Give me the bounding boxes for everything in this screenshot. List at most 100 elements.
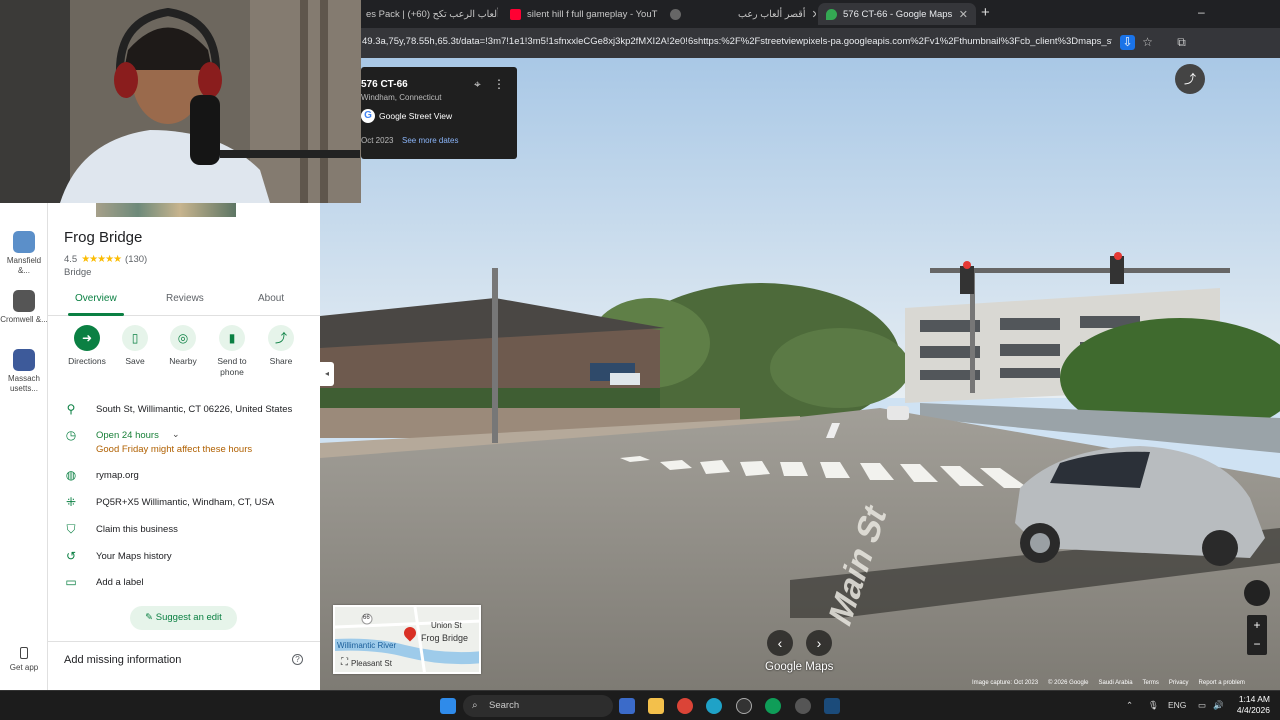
install-app-icon[interactable]: ⇩ (1120, 35, 1135, 50)
review-count[interactable]: (130) (125, 254, 147, 265)
claim-business-row[interactable]: ⛉ Claim this business (48, 522, 320, 544)
address-row[interactable]: ⚲ South St, Willimantic, CT 06226, Unite… (48, 402, 320, 424)
action-label: Save (125, 356, 145, 366)
history-text: Your Maps history (96, 551, 172, 562)
app-icon[interactable] (795, 698, 811, 714)
label-icon: ▭ (65, 575, 77, 589)
expand-map-icon[interactable]: ⛶ (341, 657, 348, 668)
place-photo[interactable] (96, 203, 236, 217)
store-icon[interactable] (619, 698, 635, 714)
close-tab-icon[interactable]: ✕ (811, 8, 816, 21)
recent-place-item[interactable]: Cromwell &... (0, 290, 48, 325)
rail-label: Mansfield &... (6, 256, 42, 275)
zoom-in-button[interactable]: + (1247, 615, 1267, 635)
privacy-link[interactable]: Privacy (1169, 680, 1189, 686)
clock-date: 4/4/2026 (1236, 705, 1270, 715)
browser-tab[interactable]: أقصر ألعاب رعب ✕ (730, 3, 816, 25)
browser-tab[interactable] (662, 3, 690, 25)
tab-overview[interactable]: Overview (75, 293, 117, 304)
edge-icon[interactable] (706, 698, 722, 714)
chevron-down-icon[interactable]: ⌄ (172, 429, 180, 440)
place-tabs: Overview Reviews About (48, 292, 320, 316)
browser-tab[interactable]: silent hill f full gameplay - YouT ✕ (502, 3, 658, 25)
tab-label: es Pack | (+60) ألعاب الرعب تكح (366, 8, 498, 20)
tab-reviews[interactable]: Reviews (166, 293, 204, 304)
place-thumbnail (13, 290, 35, 312)
zoom-out-button[interactable]: − (1247, 635, 1267, 655)
send-to-phone-button[interactable]: ▮ Send to phone (207, 325, 257, 378)
chrome-icon[interactable] (677, 698, 693, 714)
new-tab-icon[interactable]: + (981, 4, 990, 21)
more-options-icon[interactable]: ⋮ (493, 77, 505, 91)
microphone-icon[interactable]: 🎙 (1148, 700, 1159, 711)
minimize-icon[interactable]: – (1198, 5, 1205, 19)
location-title: 576 CT-66 (361, 79, 408, 90)
compass-icon[interactable] (1244, 580, 1270, 606)
globe-icon: ◍ (65, 468, 77, 482)
plus-code-row[interactable]: ⁜ PQ5R+X5 Willimantic, Windham, CT, USA (48, 495, 320, 517)
minimap-road-label: Union St (431, 621, 462, 630)
tab-about[interactable]: About (258, 293, 284, 304)
next-view-button[interactable]: › (806, 630, 832, 656)
zoom-control: + − (1247, 615, 1267, 655)
file-explorer-icon[interactable] (648, 698, 664, 714)
maps-history-row[interactable]: ↺ Your Maps history (48, 549, 320, 571)
search-label: Search (489, 700, 520, 711)
extensions-icon[interactable]: ⧉ (1174, 35, 1189, 50)
location-pin-icon[interactable]: ⌖ (474, 77, 481, 92)
clock-icon: ◷ (65, 428, 77, 442)
youtube-icon (510, 8, 521, 20)
place-title: Frog Bridge (64, 229, 143, 246)
action-label: Directions (68, 356, 106, 366)
region-link[interactable]: Saudi Arabia (1099, 680, 1133, 686)
terms-link[interactable]: Terms (1143, 680, 1159, 686)
website-row[interactable]: ◍ rymap.org (48, 468, 320, 490)
nearby-button[interactable]: ◎ Nearby (158, 325, 208, 367)
help-icon[interactable]: ? (292, 654, 303, 665)
location-pin-icon: ⚲ (66, 402, 76, 416)
language-indicator[interactable]: ENG (1168, 700, 1186, 710)
website-text: rymap.org (96, 470, 139, 481)
google-maps-watermark: Google Maps (765, 661, 834, 673)
nearby-icon: ◎ (170, 325, 196, 351)
recent-place-item[interactable]: Mansfield &... (0, 231, 48, 276)
recent-place-item[interactable]: Massach usetts... (0, 349, 48, 394)
hours-row[interactable]: ◷ Open 24 hours ⌄ Good Friday might affe… (48, 428, 320, 458)
close-tab-icon[interactable]: ✕ (959, 8, 968, 21)
share-icon[interactable]: ⤴ (1175, 64, 1205, 94)
rail-label: Cromwell &... (0, 315, 48, 324)
report-problem-link[interactable]: Report a problem (1199, 680, 1245, 686)
steam-icon[interactable] (824, 698, 840, 714)
get-app-button[interactable]: Get app (0, 647, 48, 673)
obs-icon[interactable] (736, 698, 752, 714)
directions-button[interactable]: ➜ Directions (62, 325, 112, 367)
shield-check-icon: ⛉ (66, 522, 76, 536)
history-icon: ↺ (65, 549, 77, 563)
tray-overflow-icon[interactable]: ⌃ (1126, 700, 1133, 711)
see-more-dates-link[interactable]: See more dates (402, 136, 458, 145)
share-icon: ⤴ (268, 325, 294, 351)
taskbar-search[interactable]: ⌕ Search (463, 695, 613, 717)
place-category: Bridge (64, 267, 92, 278)
credit-text: Image capture: Oct 2023 (972, 680, 1039, 686)
windows-start-icon[interactable] (440, 698, 456, 714)
save-button[interactable]: ▯ Save (110, 325, 160, 367)
url-field[interactable]: 49.3a,75y,78.55h,65.3t/data=!3m7!1e1!3m5… (362, 36, 1112, 47)
place-thumbnail (13, 349, 35, 371)
system-clock[interactable]: 1:14 AM 4/4/2026 (1222, 694, 1270, 716)
browser-tab[interactable]: es Pack | (+60) ألعاب الرعب تكح ✕ (358, 3, 498, 25)
previous-view-button[interactable]: ‹ (767, 630, 793, 656)
bookmark-star-icon[interactable]: ☆ (1140, 35, 1155, 50)
location-subtitle: Windham, Connecticut (361, 93, 442, 102)
suggest-edit-button[interactable]: ✎ Suggest an edit (130, 606, 237, 630)
collapse-panel-button[interactable]: ◂ (320, 362, 334, 386)
network-icon[interactable]: ▭ (1198, 700, 1206, 711)
chrome-icon[interactable] (765, 698, 781, 714)
rail-label: Massach usetts... (7, 374, 40, 393)
webcam-overlay (0, 0, 361, 203)
browser-tab-active[interactable]: 576 CT-66 - Google Maps ✕ (818, 3, 976, 25)
hours-warning: Good Friday might affect these hours (96, 444, 253, 455)
share-button[interactable]: ⤴ Share (256, 325, 306, 367)
add-label-row[interactable]: ▭ Add a label (48, 575, 320, 597)
minimap[interactable]: 66 Union St Willimantic River Pleasant S… (333, 605, 481, 674)
